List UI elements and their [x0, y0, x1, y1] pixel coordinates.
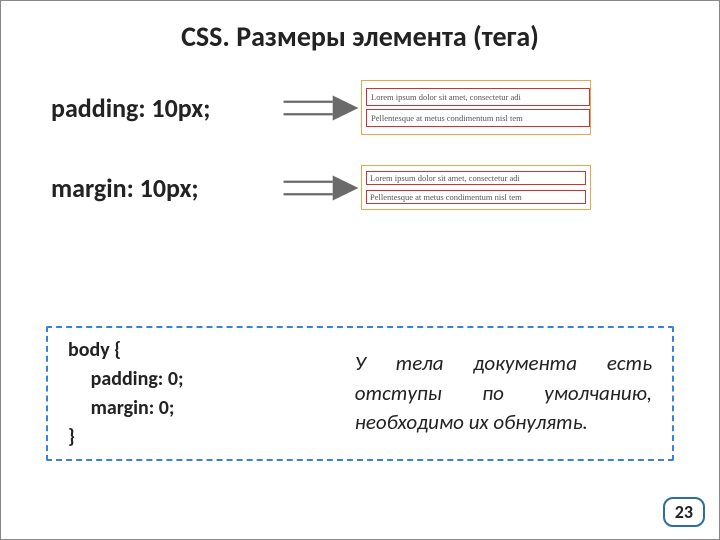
slide: CSS. Размеры элемента (тега) padding: 10… — [0, 0, 720, 540]
row-margin: margin: 10px; Lorem ipsum dolor sit amet… — [51, 165, 669, 210]
property-margin: margin: 10px; — [51, 172, 281, 204]
example-line: Pellentesque at metus condimentum nisl t… — [366, 109, 590, 127]
page-number: 23 — [663, 497, 705, 527]
slide-title: CSS. Размеры элемента (тега) — [1, 1, 719, 62]
arrow-icon — [281, 172, 361, 204]
arrow-icon — [281, 92, 361, 124]
example-line: Lorem ipsum dolor sit amet, consectetur … — [366, 88, 590, 106]
example-line: Pellentesque at metus condimentum nisl t… — [366, 190, 586, 204]
property-padding: padding: 10px; — [51, 92, 281, 124]
example-padding: Lorem ipsum dolor sit amet, consectetur … — [361, 80, 591, 135]
code-snippet: body { padding: 0; margin: 0; } — [68, 336, 331, 452]
row-padding: padding: 10px; Lorem ipsum dolor sit ame… — [51, 80, 669, 135]
code-box: body { padding: 0; margin: 0; } У тела д… — [46, 326, 674, 461]
code-note: У тела документа есть отступы по умолчан… — [355, 349, 652, 437]
example-margin: Lorem ipsum dolor sit amet, consectetur … — [361, 165, 591, 210]
example-line: Lorem ipsum dolor sit amet, consectetur … — [366, 171, 586, 185]
